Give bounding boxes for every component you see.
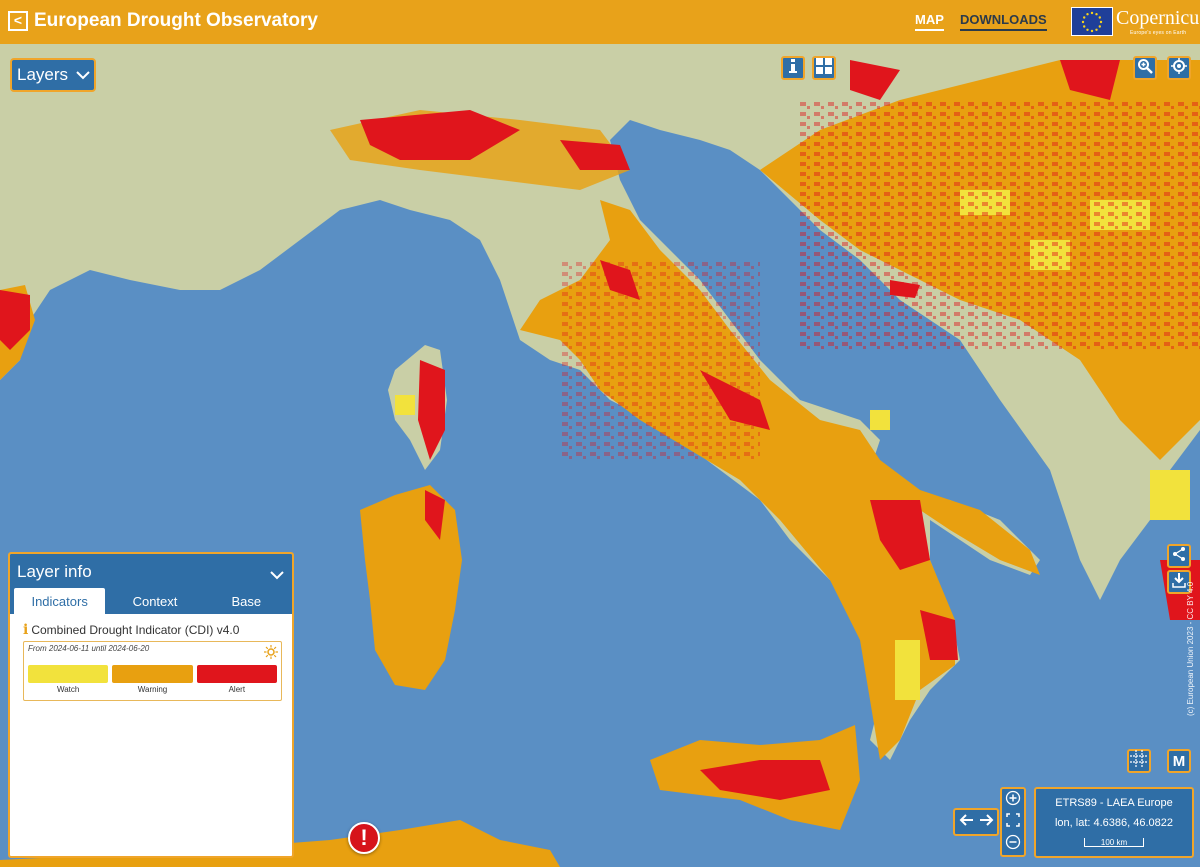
legend-swatch <box>196 665 277 683</box>
fullscreen-icon <box>1006 812 1020 832</box>
graticule-icon <box>1130 749 1148 773</box>
layers-label: Layers <box>17 65 69 84</box>
full-extent-button[interactable] <box>1002 811 1024 833</box>
chevron-down-icon[interactable] <box>270 565 284 585</box>
layer-info-title: Layer info <box>17 562 92 581</box>
plus-circle-icon <box>1005 790 1021 811</box>
copernicus-tagline: Europe's eyes on Earth <box>1130 30 1187 36</box>
nav-downloads-tab[interactable]: DOWNLOADS <box>960 12 1047 31</box>
legend-label: Watch <box>56 685 80 694</box>
header-bar: < European Drought Observatory MAP DOWNL… <box>0 0 1200 44</box>
history-nav <box>953 808 999 836</box>
active-layer-row: i Combined Drought Indicator (CDI) v4.0 <box>23 622 282 638</box>
share-button[interactable] <box>1167 544 1191 568</box>
back-button[interactable]: < <box>8 11 28 31</box>
alert-scatter-balkans <box>800 100 1200 350</box>
download-icon <box>1171 572 1187 593</box>
layer-info-tabs: Indicators Context Base <box>10 588 292 614</box>
tab-base[interactable]: Base <box>201 588 292 614</box>
tab-context[interactable]: Context <box>109 588 200 614</box>
legend-period: From 2024-06-11 until 2024-06-20 <box>28 644 150 653</box>
layer-info-panel: Layer info Indicators Context Base i Com… <box>8 552 294 858</box>
legend-box: From 2024-06-11 until 2024-06-20 Watch W… <box>23 641 282 701</box>
copernicus-name: Copernicus <box>1116 7 1200 29</box>
locate-button[interactable] <box>1167 56 1191 80</box>
layers-button[interactable]: Layers <box>10 58 96 92</box>
chevron-down-icon <box>76 65 90 85</box>
alert-marker[interactable]: ! <box>348 822 380 854</box>
info-icon[interactable]: i <box>23 622 28 638</box>
grid-four-icon <box>815 57 833 80</box>
scale-bar: 100 km <box>1084 838 1144 847</box>
map-mode-button[interactable]: M <box>1167 749 1191 773</box>
layer-info-body: i Combined Drought Indicator (CDI) v4.0 … <box>10 614 292 701</box>
arrow-right-icon <box>979 813 995 832</box>
nav-map-tab[interactable]: MAP <box>915 12 944 31</box>
app-title: European Drought Observatory <box>34 10 318 31</box>
zoom-out-button[interactable] <box>1002 833 1024 855</box>
legend-swatches: Watch Warning Alert <box>28 665 277 694</box>
arrow-left-icon <box>958 813 974 832</box>
coordinate-readout: lon, lat: 4.6386, 46.0822 <box>1054 817 1174 829</box>
projection-name: ETRS89 - LAEA Europe <box>1055 797 1173 809</box>
minus-circle-icon <box>1005 834 1021 855</box>
settings-sun-icon[interactable] <box>264 645 278 659</box>
previous-extent-button[interactable] <box>955 810 976 834</box>
legend-label: Warning <box>137 685 168 694</box>
zoom-search-button[interactable] <box>1133 56 1157 80</box>
magnifier-plus-icon <box>1137 58 1153 79</box>
next-extent-button[interactable] <box>976 810 997 834</box>
alert-scatter-italy <box>560 260 760 460</box>
layer-name: Combined Drought Indicator (CDI) v4.0 <box>31 623 240 637</box>
layer-info-header: Layer info <box>10 554 292 588</box>
legend-item-watch: Watch <box>28 665 109 694</box>
legend-label: Alert <box>228 685 246 694</box>
projection-info-box[interactable]: ETRS89 - LAEA Europe lon, lat: 4.6386, 4… <box>1034 787 1194 858</box>
copernicus-logo: Copernicus Europe's eyes on Earth <box>1116 6 1200 38</box>
tab-indicators[interactable]: Indicators <box>14 588 106 614</box>
legend-item-warning: Warning <box>112 665 193 694</box>
info-button[interactable] <box>781 56 805 80</box>
map-attribution: (c) European Union 2023 - CC BY 4.0 <box>1186 581 1195 716</box>
zoom-controls <box>1000 787 1026 857</box>
letter-m-icon: M <box>1172 752 1186 770</box>
legend-swatch <box>112 665 193 683</box>
split-view-button[interactable] <box>812 56 836 80</box>
exclamation-icon: ! <box>360 825 368 850</box>
share-icon <box>1171 546 1187 567</box>
legend-item-alert: Alert <box>196 665 277 694</box>
zoom-in-button[interactable] <box>1002 789 1024 811</box>
eu-flag-logo <box>1071 7 1113 36</box>
target-icon <box>1171 57 1187 79</box>
info-icon <box>786 58 800 79</box>
graticule-button[interactable] <box>1127 749 1151 773</box>
legend-swatch <box>28 665 109 683</box>
